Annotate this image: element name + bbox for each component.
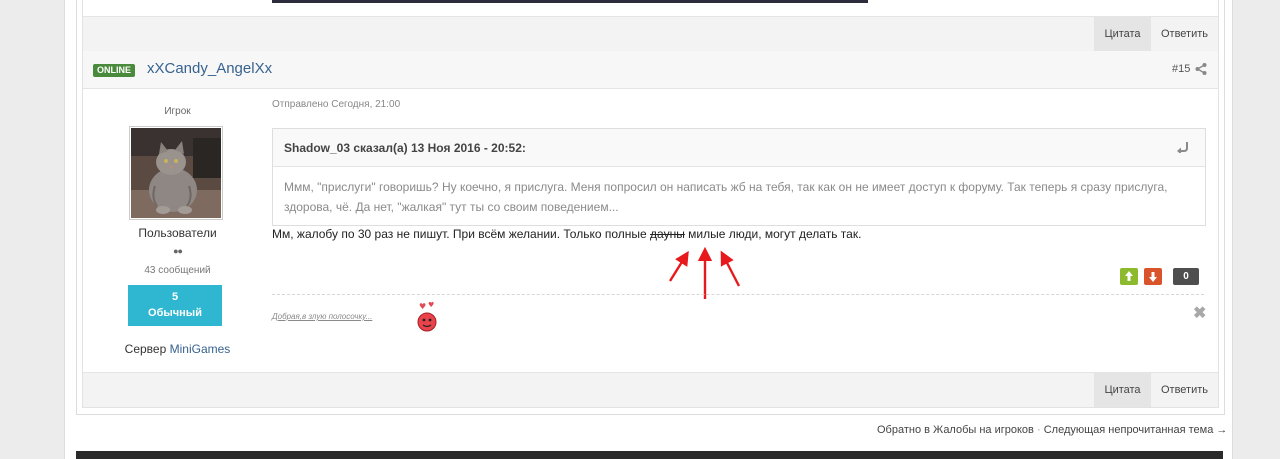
share-icon[interactable] xyxy=(1194,62,1208,76)
jump-to-quote-icon[interactable] xyxy=(1176,141,1190,153)
post-message: Мм, жалобу по 30 раз не пишут. При всём … xyxy=(272,227,861,241)
svg-text:♥: ♥ xyxy=(428,301,434,309)
quote-block: Shadow_03 сказал(а) 13 Ноя 2016 - 20:52:… xyxy=(272,128,1206,226)
server-prefix: Сервер xyxy=(124,342,167,356)
arrow-up-icon xyxy=(1125,271,1133,281)
author-server: Сервер MiniGames xyxy=(83,342,272,356)
avatar[interactable] xyxy=(129,126,223,220)
author-role: Игрок xyxy=(164,106,191,117)
close-signature-icon[interactable]: ✖ xyxy=(1193,303,1206,323)
reputation-value: 5 xyxy=(171,291,179,303)
topic-navigation: Обратно в Жалобы на игроков · Следующая … xyxy=(877,424,1227,436)
svg-text:♥: ♥ xyxy=(419,302,426,311)
vote-up-button[interactable] xyxy=(1120,268,1138,285)
blushing-smiley-icon: ♥ ♥ xyxy=(417,301,437,332)
vote-down-button[interactable] xyxy=(1144,268,1162,285)
post-date: Отправлено Сегодня, 21:00 xyxy=(272,99,401,110)
author-group: Пользователи xyxy=(138,226,217,240)
message-struck-word: дауны xyxy=(650,227,685,241)
reputation-badge: 5 Обычный xyxy=(128,285,222,326)
arrow-down-icon xyxy=(1149,272,1157,282)
quote-header: Shadow_03 сказал(а) 13 Ноя 2016 - 20:52: xyxy=(273,129,1205,167)
online-status-badge: ONLINE xyxy=(93,64,136,77)
rank-pips: ●● xyxy=(173,246,183,256)
next-unread-topic-link[interactable]: Следующая непрочитанная тема → xyxy=(1044,424,1228,436)
reply-button[interactable]: Ответить xyxy=(1151,373,1218,407)
post-controls: Цитата Ответить xyxy=(83,372,1218,407)
page-container: Цитата Ответить ONLINE xXCandy_AngelXx #… xyxy=(64,0,1233,459)
reputation-label: Обычный xyxy=(148,307,202,319)
signature-divider xyxy=(272,294,1204,295)
vote-count: 0 xyxy=(1173,268,1199,285)
quote-author: Shadow_03 сказал(а) 13 Ноя 2016 - 20:52: xyxy=(284,141,526,155)
quote-text: Ммм, "прислуги" говоришь? Ну коечно, я п… xyxy=(284,180,1168,214)
nav-separator: · xyxy=(1036,424,1041,436)
next-section-strip xyxy=(76,451,1223,459)
signature-text: Добрая,в злую полосочку... xyxy=(272,312,373,321)
quote-button[interactable]: Цитата xyxy=(1094,373,1151,407)
server-name: MiniGames xyxy=(169,342,231,356)
topic-container: Цитата Ответить ONLINE xXCandy_AngelXx #… xyxy=(76,0,1225,415)
author-post-count: 43 сообщений xyxy=(144,265,211,276)
reply-button[interactable]: Ответить xyxy=(1151,17,1218,51)
post-list: Цитата Ответить ONLINE xXCandy_AngelXx #… xyxy=(82,0,1219,408)
message-text-start: Мм, жалобу по 30 раз не пишут. При всём … xyxy=(272,227,651,241)
back-to-forum-link[interactable]: Обратно в Жалобы на игроков xyxy=(877,424,1034,436)
message-text-end: милые люди, могут делать так. xyxy=(684,227,862,241)
cat-avatar-image xyxy=(131,128,221,218)
previous-post-controls: Цитата Ответить xyxy=(83,16,1218,52)
quote-button[interactable]: Цитата xyxy=(1094,17,1151,51)
previous-post-image xyxy=(272,0,868,3)
post-author-username[interactable]: xXCandy_AngelXx xyxy=(147,60,272,77)
post-header: ONLINE xXCandy_AngelXx #15 xyxy=(83,51,1218,89)
post-number-link[interactable]: #15 xyxy=(1172,63,1190,75)
